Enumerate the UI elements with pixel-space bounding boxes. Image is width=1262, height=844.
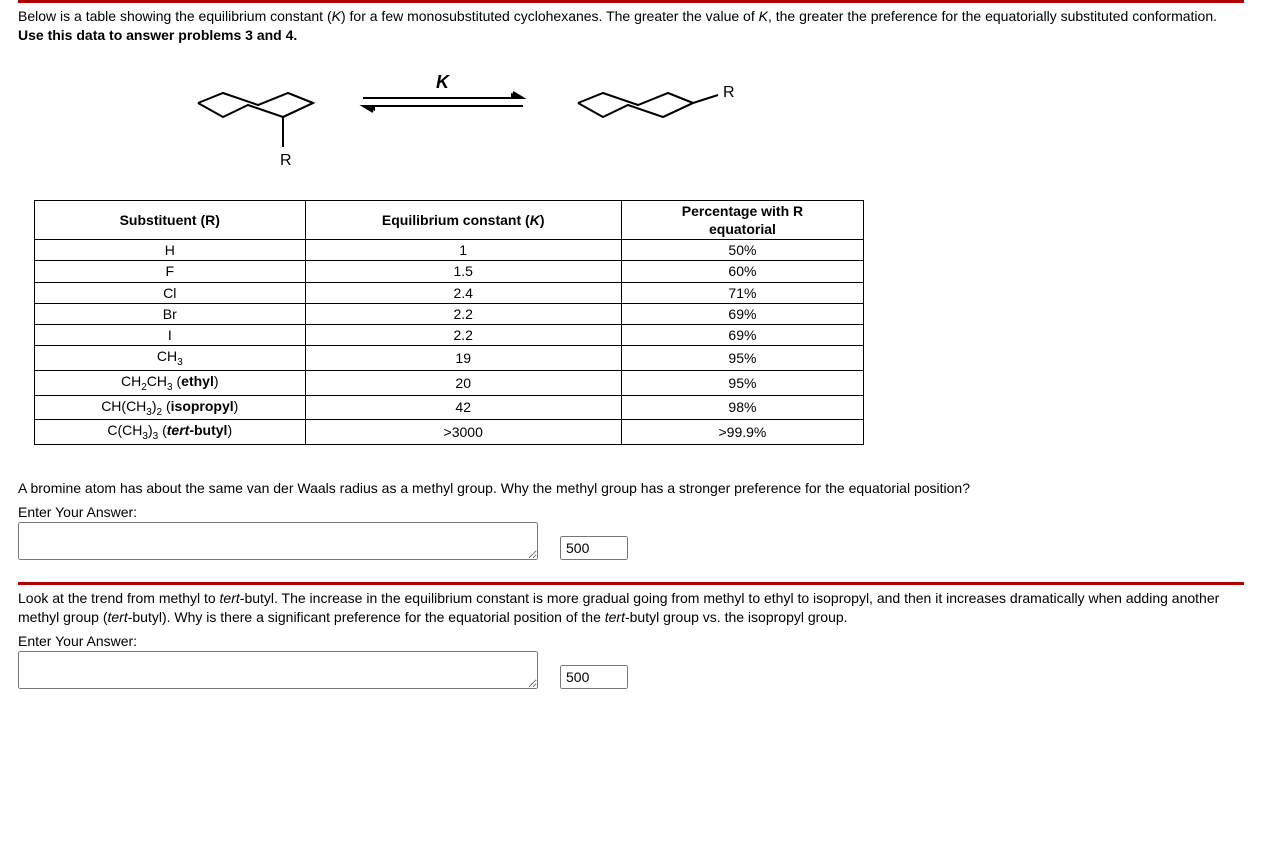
intro-text: Below is a table showing the equilibrium… [18,7,1244,45]
enter-answer-label-2: Enter Your Answer: [18,633,1244,649]
equilibrium-diagram: R K R [168,73,1244,186]
answer-textarea-1[interactable] [18,522,538,560]
char-counter-1[interactable] [560,536,628,560]
answer-textarea-2[interactable] [18,651,538,689]
mid-rule [18,582,1244,585]
question-3-text: A bromine atom has about the same van de… [18,479,1244,498]
table-row: CH2CH3 (ethyl)2095% [35,370,864,395]
table-row: CH(CH3)2 (isopropyl)4298% [35,395,864,420]
equilibrium-table: Substituent (R) Equilibrium constant (K)… [34,200,864,446]
table-row: I2.269% [35,324,864,345]
enter-answer-label: Enter Your Answer: [18,504,1244,520]
svg-text:R: R [723,84,735,101]
svg-text:K: K [436,73,451,92]
table-row: C(CH3)3 (tert-butyl)>3000>99.9% [35,420,864,445]
col-header-pct: Percentage with Requatorial [621,200,863,239]
top-rule [18,0,1244,3]
char-counter-2[interactable] [560,665,628,689]
table-row: Cl2.471% [35,282,864,303]
col-header-substituent: Substituent (R) [35,200,306,239]
table-row: CH31995% [35,346,864,371]
svg-text:R: R [280,152,292,169]
question-4-text: Look at the trend from methyl to tert-bu… [18,589,1244,627]
table-row: Br2.269% [35,303,864,324]
table-row: F1.560% [35,261,864,282]
question-3: A bromine atom has about the same van de… [18,479,1244,560]
table-row: H150% [35,240,864,261]
col-header-k: Equilibrium constant (K) [305,200,621,239]
